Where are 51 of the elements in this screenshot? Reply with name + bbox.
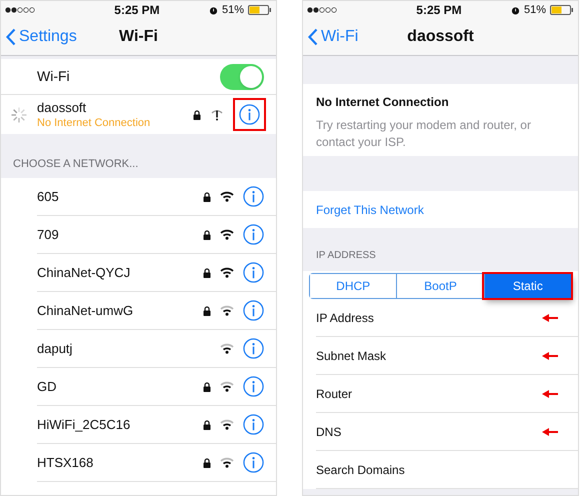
back-button[interactable]: Settings <box>1 25 77 49</box>
chevron-left-icon <box>308 28 318 46</box>
cellular-signal-icon <box>307 7 337 13</box>
network-name: daossoft <box>37 100 88 116</box>
network-name[interactable]: daputj <box>37 338 220 358</box>
battery-icon <box>248 5 272 15</box>
status-time: 5:25 PM <box>114 2 160 19</box>
network-name[interactable]: 605 <box>37 186 203 206</box>
battery-percent: 51% <box>222 2 244 18</box>
forget-network-button[interactable]: Forget This Network <box>316 200 424 218</box>
notice-title: No Internet Connection <box>316 94 450 111</box>
network-name[interactable]: HTSX168 <box>37 452 203 472</box>
info-icon[interactable] <box>243 452 264 473</box>
cellular-signal-icon <box>5 7 35 13</box>
network-name[interactable]: ChinaNet-umwG <box>37 300 203 320</box>
nav-title: daossoft <box>407 27 474 47</box>
network-name[interactable]: ChinaNet-QYCJ <box>37 262 203 282</box>
info-icon[interactable] <box>243 376 264 397</box>
back-button[interactable]: Wi-Fi <box>303 25 358 49</box>
chevron-left-icon <box>6 28 16 46</box>
segment-tab[interactable]: Static <box>484 274 571 298</box>
network-status: No Internet Connection <box>37 116 152 130</box>
info-icon[interactable] <box>243 224 264 245</box>
field-label: Router <box>316 386 352 402</box>
info-icon[interactable] <box>243 186 264 207</box>
network-name[interactable]: GD <box>37 376 203 396</box>
info-icon[interactable] <box>243 338 264 359</box>
wifi-label: Wi-Fi <box>37 67 70 86</box>
field-label: Subnet Mask <box>316 348 386 364</box>
info-icon[interactable] <box>243 414 264 435</box>
wifi-toggle[interactable] <box>220 64 264 90</box>
wifi-warning-icon <box>211 108 223 120</box>
loading-spinner-icon <box>11 106 27 122</box>
field-label: IP Address <box>316 310 374 326</box>
status-time: 5:25 PM <box>416 2 462 19</box>
alarm-clock-icon <box>208 6 218 14</box>
battery-icon <box>550 5 574 15</box>
notice-text: Try restarting your modem and router, or contact your ISP. <box>316 117 532 151</box>
lock-icon <box>193 110 201 120</box>
info-icon[interactable] <box>243 300 264 321</box>
network-name[interactable]: 709 <box>37 224 203 244</box>
info-icon[interactable] <box>243 262 264 283</box>
alarm-clock-icon <box>510 6 520 14</box>
field-label: DNS <box>316 424 342 440</box>
info-icon[interactable] <box>239 104 260 125</box>
field-label: Search Domains <box>316 462 405 478</box>
battery-percent: 51% <box>524 2 546 18</box>
nav-title: Wi-Fi <box>119 27 158 47</box>
section-header: CHOOSE A NETWORK... <box>13 156 138 172</box>
network-name[interactable]: HiWiFi_2C5C16 <box>37 414 203 434</box>
section-header: IP ADDRESS <box>316 249 376 263</box>
